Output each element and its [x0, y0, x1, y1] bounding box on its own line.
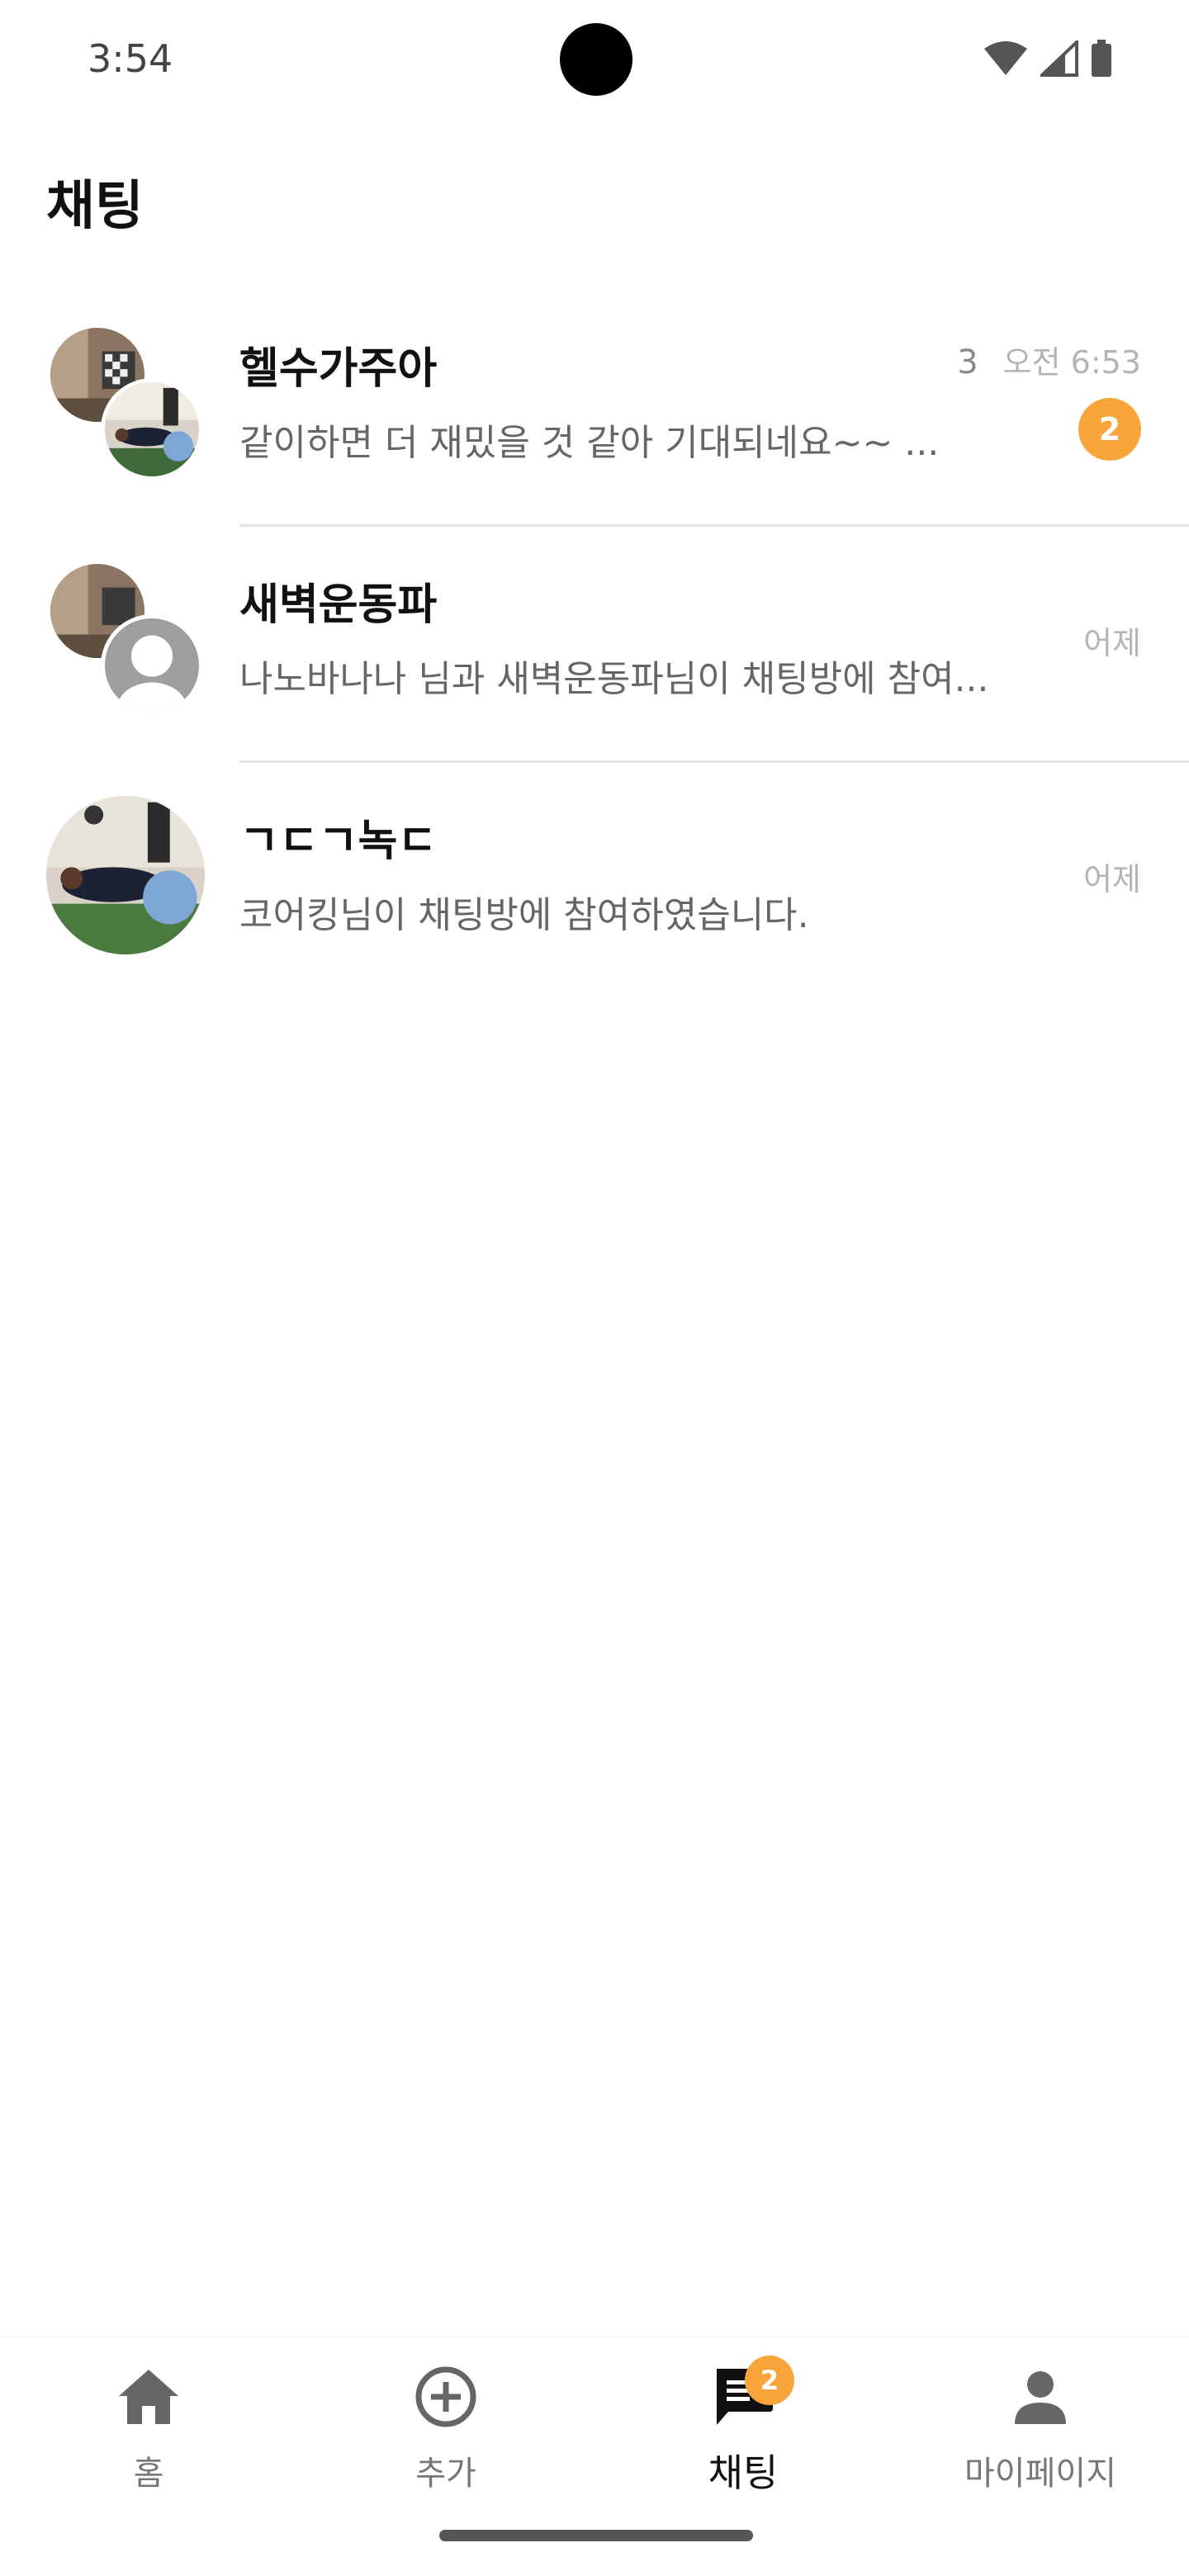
chat-room-name: 헬수가주아: [239, 344, 438, 394]
chat-room-item[interactable]: 새벽운동파 나노바나나 님과 새벽운동파님이 채팅방에 참여... 어제: [0, 527, 1189, 763]
home-indicator[interactable]: [439, 2530, 753, 2541]
last-message-time: 어제: [1083, 861, 1141, 897]
last-message-preview: 코어킹님이 채팅방에 참여하였습니다.: [239, 894, 809, 936]
person-icon: [1006, 2362, 1075, 2432]
member-avatar: [101, 378, 203, 481]
add-circle-icon: [411, 2362, 481, 2432]
chat-room-name: 새벽운동파: [239, 580, 438, 630]
nav-home[interactable]: 홈: [0, 2362, 297, 2527]
chat-meta: 3 오전 6:53: [957, 337, 1141, 382]
nav-add-label: 추가: [415, 2455, 476, 2493]
chat-list: 헬수가주아 같이하면 더 재밌을 것 같아 기대되네요~~ ... 3 오전 6…: [0, 291, 1189, 999]
group-avatar: [46, 796, 205, 954]
home-icon: [114, 2362, 183, 2432]
group-avatar: [46, 560, 205, 718]
nav-add[interactable]: 추가: [297, 2362, 594, 2527]
status-icons: [983, 38, 1113, 79]
status-bar: 3:54: [0, 0, 1189, 119]
chat-room-item[interactable]: ㄱㄷㄱ녹ㄷ 코어킹님이 채팅방에 참여하였습니다. 어제: [0, 763, 1189, 999]
nav-mypage-label: 마이페이지: [964, 2455, 1116, 2493]
unread-badge: 2: [1078, 398, 1141, 461]
camera-cutout: [560, 23, 632, 96]
battery-icon: [1092, 40, 1111, 77]
chat-room-item[interactable]: 헬수가주아 같이하면 더 재밌을 것 같아 기대되네요~~ ... 3 오전 6…: [0, 291, 1189, 527]
group-avatar: [46, 324, 205, 482]
signal-icon: [1040, 40, 1078, 77]
last-message-preview: 나노바나나 님과 새벽운동파님이 채팅방에 참여...: [239, 658, 989, 700]
chat-unread-badge: 2: [745, 2356, 794, 2405]
last-message-preview: 같이하면 더 재밌을 것 같아 기대되네요~~ ...: [239, 422, 940, 464]
nav-chat-label: 채팅: [708, 2451, 779, 2495]
chat-room-name: ㄱㄷㄱ녹ㄷ: [239, 817, 438, 866]
last-message-time: 오전 6:53: [1002, 344, 1141, 381]
nav-mypage[interactable]: 마이페이지: [892, 2362, 1189, 2527]
nav-chat[interactable]: 2 채팅: [594, 2356, 892, 2527]
member-count: 3: [957, 343, 978, 381]
status-time: 3:54: [88, 36, 173, 81]
wifi-icon: [984, 41, 1027, 75]
member-avatar: [46, 796, 205, 954]
page-title: 채팅: [46, 176, 144, 237]
chat-icon: 2: [708, 2356, 794, 2432]
default-profile-avatar: [101, 614, 203, 717]
nav-home-label: 홈: [133, 2455, 164, 2493]
last-message-time: 어제: [1083, 625, 1141, 661]
